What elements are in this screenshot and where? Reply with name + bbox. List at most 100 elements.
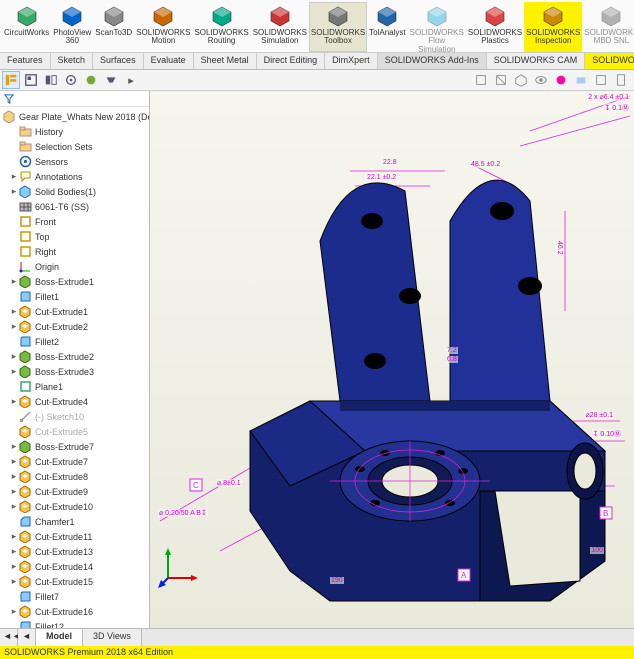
- tree-item-cut-extrude9[interactable]: ▸Cut-Extrude9: [0, 484, 149, 499]
- display-manager-tab-icon[interactable]: [82, 71, 100, 89]
- svg-text:B: B: [603, 509, 608, 518]
- ribbon-btn-solidworks-toolbox[interactable]: SOLIDWORKS Toolbox: [309, 2, 367, 52]
- ribbon-btn-solidworks-simulation[interactable]: SOLIDWORKS Simulation: [251, 2, 309, 52]
- display-style-icon[interactable]: [512, 71, 530, 89]
- tree-item-cut-extrude4[interactable]: ▸Cut-Extrude4: [0, 394, 149, 409]
- tree-item-fillet7[interactable]: Fillet7: [0, 589, 149, 604]
- tree-item-annotations[interactable]: ▸Annotations: [0, 169, 149, 184]
- cam-manager-tab-icon[interactable]: [102, 71, 120, 89]
- tree-item-cut-extrude8[interactable]: ▸Cut-Extrude8: [0, 469, 149, 484]
- expand-toggle-icon[interactable]: ▸: [10, 171, 18, 182]
- model-tab[interactable]: Model: [36, 629, 83, 645]
- expand-toggle-icon[interactable]: ▸: [10, 546, 18, 557]
- ribbon-btn-solidworks-plastics[interactable]: SOLIDWORKS Plastics: [466, 2, 524, 52]
- expand-toggle-icon[interactable]: ▸: [10, 561, 18, 572]
- expand-toggle-icon[interactable]: ▸: [10, 321, 18, 332]
- view-settings-icon[interactable]: [592, 71, 610, 89]
- tab-solidworks-add-ins[interactable]: SOLIDWORKS Add-Ins: [378, 53, 487, 69]
- tree-filter-icon[interactable]: [0, 91, 149, 107]
- expand-toggle-icon[interactable]: ▸: [10, 186, 18, 197]
- expand-tab-icon[interactable]: ▸: [122, 71, 140, 89]
- tab-evaluate[interactable]: Evaluate: [144, 53, 194, 69]
- tab-surfaces[interactable]: Surfaces: [93, 53, 144, 69]
- tree-item-cut-extrude5[interactable]: Cut-Extrude5: [0, 424, 149, 439]
- expand-toggle-icon[interactable]: ▸: [10, 501, 18, 512]
- tab-sheet-metal[interactable]: Sheet Metal: [194, 53, 257, 69]
- tree-item-sensors[interactable]: Sensors: [0, 154, 149, 169]
- tab-solidworks-cam[interactable]: SOLIDWORKS CAM: [487, 53, 586, 69]
- dimxpert-manager-tab-icon[interactable]: [62, 71, 80, 89]
- tree-item-fillet12[interactable]: Fillet12: [0, 619, 149, 628]
- tree-item-solid-bodies-1-[interactable]: ▸Solid Bodies(1): [0, 184, 149, 199]
- expand-toggle-icon[interactable]: ▸: [10, 486, 18, 497]
- tree-item-chamfer1[interactable]: Chamfer1: [0, 514, 149, 529]
- tab-solidworks-inspection[interactable]: SOLIDWORKS Inspection: [585, 53, 634, 69]
- ribbon-btn-solidworks-flow-simulation[interactable]: SOLIDWORKS Flow Simulation: [408, 2, 466, 52]
- appearance-icon[interactable]: [552, 71, 570, 89]
- tree-root[interactable]: Gear Plate_Whats New 2018 (Default<: [0, 109, 149, 124]
- tab-scroll-first[interactable]: ◄◄: [0, 629, 18, 645]
- tree-item-6061-t6-ss-[interactable]: 6061-T6 (SS): [0, 199, 149, 214]
- cut-icon: [19, 425, 32, 438]
- tree-item-label: Cut-Extrude1: [35, 307, 88, 317]
- tree-item-right[interactable]: Right: [0, 244, 149, 259]
- expand-toggle-icon[interactable]: ▸: [10, 456, 18, 467]
- ribbon-btn-tolanalyst[interactable]: TolAnalyst: [367, 2, 407, 52]
- ribbon-btn-solidworks-inspection[interactable]: SOLIDWORKS Inspection: [524, 2, 582, 52]
- scene-icon[interactable]: [572, 71, 590, 89]
- expand-toggle-icon[interactable]: ▸: [10, 366, 18, 377]
- tree-item-cut-extrude14[interactable]: ▸Cut-Extrude14: [0, 559, 149, 574]
- tree-item-cut-extrude10[interactable]: ▸Cut-Extrude10: [0, 499, 149, 514]
- graphics-viewport[interactable]: A B C 2 x ⌀6.4 ±0.1 ↧ 0.1Ⓜ 22.8 22.1 ±0.…: [150, 91, 634, 628]
- tree-item-selection-sets[interactable]: Selection Sets: [0, 139, 149, 154]
- expand-toggle-icon[interactable]: ▸: [10, 441, 18, 452]
- expand-toggle-icon[interactable]: ▸: [10, 276, 18, 287]
- tree-item-cut-extrude7[interactable]: ▸Cut-Extrude7: [0, 454, 149, 469]
- ribbon-btn-solidworks-routing[interactable]: SOLIDWORKS Routing: [192, 2, 250, 52]
- tree-item-history[interactable]: History: [0, 124, 149, 139]
- config-manager-tab-icon[interactable]: [42, 71, 60, 89]
- tab-dimxpert[interactable]: DimXpert: [325, 53, 378, 69]
- tab-scroll-prev[interactable]: ◄: [18, 629, 36, 645]
- tree-item-front[interactable]: Front: [0, 214, 149, 229]
- expand-toggle-icon[interactable]: ▸: [10, 576, 18, 587]
- tree-item-fillet1[interactable]: Fillet1: [0, 289, 149, 304]
- tree-item-top[interactable]: Top: [0, 229, 149, 244]
- tree-item-fillet2[interactable]: Fillet2: [0, 334, 149, 349]
- tree-item-cut-extrude1[interactable]: ▸ Cut-Extrude1: [0, 304, 149, 319]
- expand-toggle-icon[interactable]: ▸: [10, 306, 18, 317]
- expand-toggle-icon[interactable]: ▸: [10, 396, 18, 407]
- view-orient2-icon[interactable]: [492, 71, 510, 89]
- tree-item-origin[interactable]: Origin: [0, 259, 149, 274]
- property-manager-tab-icon[interactable]: [22, 71, 40, 89]
- tree-item-boss-extrude3[interactable]: ▸Boss-Extrude3: [0, 364, 149, 379]
- tree-item-cut-extrude11[interactable]: ▸Cut-Extrude11: [0, 529, 149, 544]
- expand-toggle-icon[interactable]: ▸: [10, 606, 18, 617]
- tab-features[interactable]: Features: [0, 53, 51, 69]
- tree-item-cut-extrude15[interactable]: ▸Cut-Extrude15: [0, 574, 149, 589]
- tree-item-boss-extrude2[interactable]: ▸Boss-Extrude2: [0, 349, 149, 364]
- expand-toggle-icon[interactable]: ▸: [10, 351, 18, 362]
- tree-item--sketch10[interactable]: (-) Sketch10: [0, 409, 149, 424]
- ribbon-btn-scanto3d[interactable]: ScanTo3D: [93, 2, 134, 52]
- ribbon-btn-solidworks-mbd-snl[interactable]: SOLIDWORKS MBD SNL: [582, 2, 634, 52]
- 3d-views-tab[interactable]: 3D Views: [83, 629, 142, 645]
- cut-icon: [19, 395, 32, 408]
- tree-item-cut-extrude2[interactable]: ▸Cut-Extrude2: [0, 319, 149, 334]
- hide-show-icon[interactable]: [532, 71, 550, 89]
- feature-tree-tab-icon[interactable]: [2, 71, 20, 89]
- ribbon-btn-photoview-360[interactable]: PhotoView 360: [51, 2, 93, 52]
- tree-item-cut-extrude13[interactable]: ▸Cut-Extrude13: [0, 544, 149, 559]
- view-settings2-icon[interactable]: [612, 71, 630, 89]
- tree-item-plane1[interactable]: Plane1: [0, 379, 149, 394]
- tab-direct-editing[interactable]: Direct Editing: [257, 53, 326, 69]
- tab-sketch[interactable]: Sketch: [51, 53, 94, 69]
- ribbon-btn-circuitworks[interactable]: CircuitWorks: [2, 2, 51, 52]
- tree-item-cut-extrude16[interactable]: ▸Cut-Extrude16: [0, 604, 149, 619]
- expand-toggle-icon[interactable]: ▸: [10, 531, 18, 542]
- tree-item-boss-extrude7[interactable]: ▸Boss-Extrude7: [0, 439, 149, 454]
- expand-toggle-icon[interactable]: ▸: [10, 471, 18, 482]
- ribbon-btn-solidworks-motion[interactable]: SOLIDWORKS Motion: [134, 2, 192, 52]
- view-orient-icon[interactable]: [472, 71, 490, 89]
- tree-item-boss-extrude1[interactable]: ▸Boss-Extrude1: [0, 274, 149, 289]
